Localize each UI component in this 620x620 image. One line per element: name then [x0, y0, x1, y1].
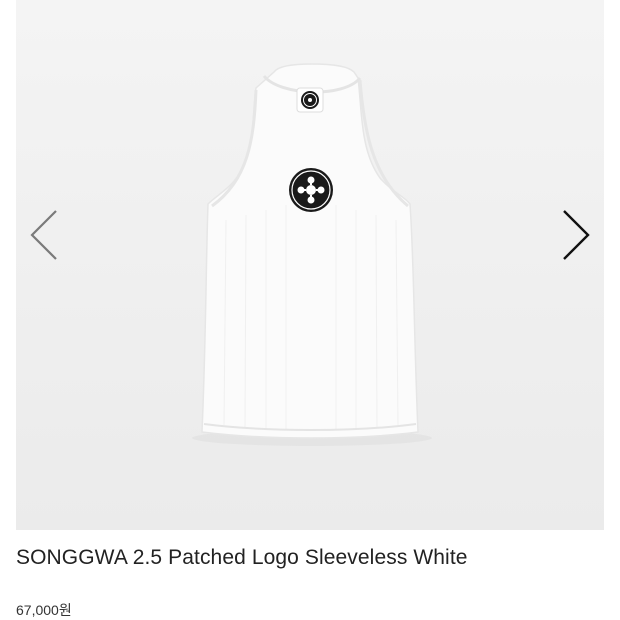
- carousel-prev-button[interactable]: [24, 205, 64, 265]
- neck-label-logo: [296, 87, 324, 113]
- product-image-carousel[interactable]: [16, 0, 604, 530]
- chest-patch-logo: [289, 168, 333, 212]
- chevron-right-icon: [563, 210, 590, 260]
- carousel-next-button[interactable]: [556, 205, 596, 265]
- product-price: 67,000원: [16, 602, 72, 618]
- chevron-left-icon: [30, 210, 57, 260]
- tank-top-garment: [201, 63, 419, 439]
- product-title: SONGGWA 2.5 Patched Logo Sleeveless Whit…: [16, 546, 468, 569]
- product-image: [192, 63, 432, 446]
